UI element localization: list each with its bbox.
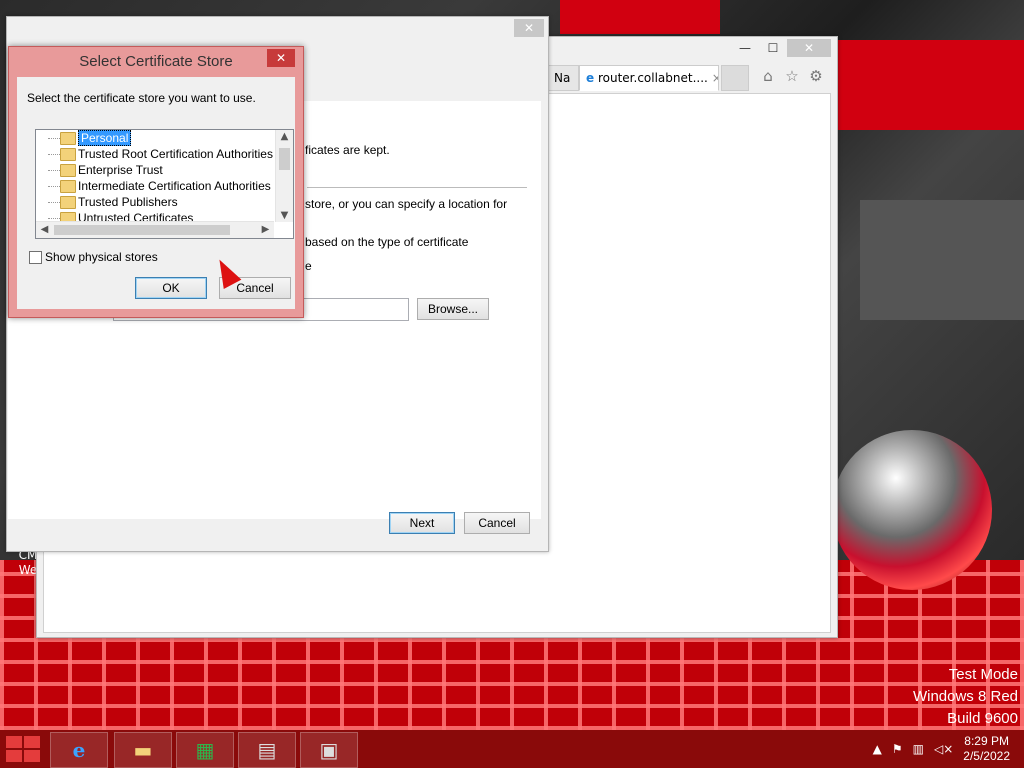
wallpaper-red-top — [560, 0, 720, 34]
watermark-line-3: Build 9600 — [947, 710, 1018, 727]
network-icon[interactable]: ▥ — [913, 742, 924, 756]
clock-time: 8:29 PM — [964, 734, 1009, 748]
new-tab-button[interactable] — [721, 65, 749, 91]
tab-inactive[interactable]: Na — [547, 65, 579, 91]
favorites-star-icon[interactable]: ☆ — [783, 67, 801, 85]
tree-item-personal[interactable]: Personal — [36, 130, 274, 146]
system-tray: ▲ ⚑ ▥ ◁× 8:29 PM 2/5/2022 — [873, 734, 1010, 764]
tree-horizontal-scrollbar[interactable]: ◀ ▶ — [36, 221, 274, 238]
wizard-cancel-button[interactable]: Cancel — [464, 512, 530, 534]
scroll-up-icon[interactable]: ▲ — [276, 131, 293, 142]
tree-item-label: Personal — [78, 130, 132, 146]
select-certificate-store-dialog: Select Certificate Store ✕ Select the ce… — [8, 46, 304, 318]
show-physical-stores-label: Show physical stores — [45, 250, 158, 264]
tree-item-label: Intermediate Certification Authorities — [78, 179, 271, 193]
dialog-body: Select the certificate store you want to… — [17, 77, 295, 309]
wizard-text-line-2: store, or you can specify a location for — [305, 197, 508, 211]
taskbar: e ▬ ▦ ▤ ▣ ▲ ⚑ ▥ ◁× 8:29 PM 2/5/2022 — [0, 730, 1024, 768]
wizard-text-line-4: e — [305, 259, 312, 273]
tree-item-trusted-publishers[interactable]: Trusted Publishers — [36, 194, 274, 210]
tree-item-label: Trusted Root Certification Authorities — [78, 147, 273, 161]
tree-item-label: Enterprise Trust — [78, 163, 163, 177]
tab-active[interactable]: e router.collabnet.... × — [579, 65, 719, 91]
tree-item-label: Trusted Publishers — [78, 195, 178, 209]
certificate-manager-taskbar-icon[interactable]: ▤ — [238, 732, 296, 768]
folder-icon — [60, 196, 76, 209]
certificate-store-tree[interactable]: Personal Trusted Root Certification Auth… — [35, 129, 294, 239]
gear-icon[interactable]: ⚙ — [807, 67, 825, 85]
tree-item-trusted-root[interactable]: Trusted Root Certification Authorities — [36, 146, 274, 162]
maximize-button[interactable]: ☐ — [759, 39, 787, 57]
scroll-right-icon[interactable]: ▶ — [257, 224, 274, 235]
next-button[interactable]: Next — [389, 512, 455, 534]
home-icon[interactable]: ⌂ — [759, 67, 777, 85]
scroll-left-icon[interactable]: ◀ — [36, 224, 53, 235]
folder-icon — [60, 132, 76, 145]
wallpaper-red-block — [838, 40, 1024, 130]
file-explorer-taskbar-icon[interactable]: ▬ — [114, 732, 172, 768]
browser-close-button[interactable]: ✕ — [787, 39, 831, 57]
browse-button[interactable]: Browse... — [417, 298, 489, 320]
system-clock[interactable]: 8:29 PM 2/5/2022 — [963, 734, 1010, 764]
dialog-prompt: Select the certificate store you want to… — [27, 91, 256, 105]
tree-items: Personal Trusted Root Certification Auth… — [36, 130, 274, 222]
folder-icon — [60, 164, 76, 177]
action-center-flag-icon[interactable]: ⚑ — [892, 742, 903, 756]
certificate-wizard-taskbar-icon[interactable]: ▣ — [300, 732, 358, 768]
watermark-line-2: Windows 8 Red — [912, 688, 1018, 705]
show-physical-stores-checkbox[interactable] — [29, 251, 42, 264]
tab-active-label: router.collabnet.... — [597, 71, 708, 85]
ie-tab-icon: e — [586, 71, 595, 85]
dialog-close-button[interactable]: ✕ — [267, 49, 295, 67]
wizard-divider — [307, 187, 527, 188]
horizontal-scroll-thumb[interactable] — [54, 225, 230, 235]
test-mode-watermark: Test Mode Windows 8 Red Build 9600 — [913, 664, 1018, 730]
wallpaper-grey-block — [860, 200, 1024, 320]
internet-explorer-taskbar-icon[interactable]: e — [50, 732, 108, 768]
minimize-button[interactable]: — — [731, 39, 759, 57]
clock-date: 2/5/2022 — [963, 749, 1010, 763]
ok-button[interactable]: OK — [135, 277, 207, 299]
browser-window-controls: — ☐ ✕ — [731, 39, 831, 57]
folder-icon — [60, 148, 76, 161]
volume-muted-icon[interactable]: ◁× — [934, 742, 953, 756]
tree-vertical-scrollbar[interactable]: ▲ ▼ — [275, 130, 293, 222]
wizard-close-button[interactable]: ✕ — [514, 19, 544, 37]
browser-tab-strip: Na e router.collabnet.... × — [547, 65, 749, 91]
tree-item-enterprise-trust[interactable]: Enterprise Trust — [36, 162, 274, 178]
dialog-title: Select Certificate Store — [79, 53, 233, 70]
browser-toolbar-icons: ⌂ ☆ ⚙ — [759, 67, 825, 85]
wallpaper-chrome-sphere — [832, 430, 992, 590]
folder-icon — [60, 180, 76, 193]
wizard-text-line-3: based on the type of certificate — [305, 235, 469, 249]
start-button-windows-icon[interactable] — [6, 736, 40, 762]
show-hidden-icons-icon[interactable]: ▲ — [873, 742, 882, 756]
wizard-text-line-1: ficates are kept. — [305, 143, 390, 157]
watermark-line-1: Test Mode — [948, 666, 1018, 683]
scroll-down-icon[interactable]: ▼ — [276, 210, 293, 221]
tab-close-icon[interactable]: × — [712, 71, 718, 85]
store-taskbar-icon[interactable]: ▦ — [176, 732, 234, 768]
vertical-scroll-thumb[interactable] — [279, 148, 290, 170]
tree-item-intermediate[interactable]: Intermediate Certification Authorities — [36, 178, 274, 194]
